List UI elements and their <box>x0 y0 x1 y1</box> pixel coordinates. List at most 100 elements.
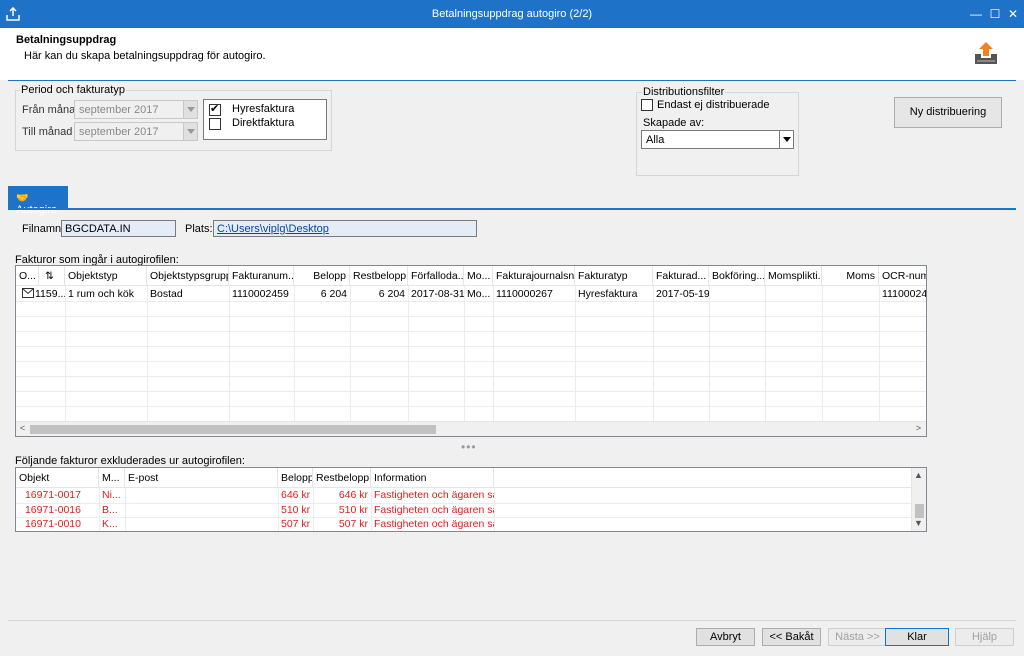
cell-object-type-group: Bostad <box>150 288 183 300</box>
window-title: Betalningsuppdrag autogiro (2/2) <box>431 8 593 20</box>
title-bar: Betalningsuppdrag autogiro (2/2) — ☐ ✕ <box>0 0 1024 28</box>
col-header[interactable]: Bokföring... <box>709 266 765 286</box>
cell-remaining: 6 204 <box>378 288 405 300</box>
cell-m: Ni... <box>102 489 121 501</box>
col-header[interactable]: Mo... <box>464 266 493 286</box>
cell-object-type: 1 rum och kök <box>68 288 134 300</box>
cell-remaining: 507 kr <box>338 518 368 530</box>
col-header[interactable]: Belopp <box>294 266 350 286</box>
filename-field[interactable]: BGCDATA.IN <box>61 220 176 237</box>
col-header[interactable]: OCR-numm <box>879 266 926 286</box>
col-header[interactable]: Fakturajournalsn... <box>493 266 575 286</box>
to-month-select[interactable]: september 2017 <box>74 122 198 141</box>
chevron-down-icon <box>183 101 197 118</box>
direktfaktura-checkbox[interactable] <box>209 118 221 130</box>
tab-divider <box>8 208 1016 210</box>
minimize-button[interactable]: — <box>966 4 986 24</box>
cell-object: 16971-0017 <box>24 489 81 501</box>
header-divider <box>8 80 1016 81</box>
excluded-caption: Följande fakturor exkluderades ur autogi… <box>15 455 245 467</box>
col-header[interactable]: M... <box>99 468 125 488</box>
help-button[interactable]: Hjälp <box>955 628 1014 646</box>
cell-information: Fastigheten och ägaren sa... <box>374 518 494 530</box>
col-header[interactable]: Moms <box>822 266 879 286</box>
cell-information: Fastigheten och ägaren sa... <box>374 489 494 501</box>
cell-object: 16971-0010 <box>24 518 81 530</box>
excluded-vscrollbar[interactable]: ▲ ▼ <box>911 468 926 531</box>
close-button[interactable]: ✕ <box>1003 4 1023 24</box>
footer-divider <box>8 620 1016 621</box>
cell-amount: 507 kr <box>281 518 311 530</box>
excluded-invoices-grid[interactable]: Objekt M... E-post Belopp Restbelopp Inf… <box>15 467 927 532</box>
col-header[interactable]: Fakturatyp <box>575 266 653 286</box>
cell-due-date: 2017-08-31 <box>411 288 464 300</box>
back-button[interactable]: << Bakåt <box>762 628 821 646</box>
hyresfaktura-checkbox[interactable] <box>209 102 221 116</box>
col-header[interactable]: Fakturad... <box>653 266 709 286</box>
cell-remaining: 510 kr <box>338 504 368 516</box>
vscroll-thumb[interactable] <box>915 504 924 518</box>
upload-tray-icon <box>975 42 997 64</box>
cell-journal: 1110000267 <box>496 288 553 300</box>
to-month-value: september 2017 <box>79 126 159 138</box>
created-by-select[interactable]: Alla <box>641 130 794 149</box>
col-header[interactable]: Information <box>371 468 494 488</box>
sort-ascending-icon[interactable]: ⇅ <box>39 266 65 286</box>
next-button[interactable]: Nästa >> <box>828 628 887 646</box>
place-link[interactable]: C:\Users\viplg\Desktop <box>213 220 477 237</box>
maximize-button[interactable]: ☐ <box>985 4 1005 24</box>
col-header[interactable]: Förfalloda... <box>408 266 464 286</box>
cell-invoice-type: Hyresfaktura <box>578 288 638 300</box>
from-month-label: Från månad <box>22 104 82 116</box>
included-hscrollbar[interactable]: < > <box>16 421 926 436</box>
col-header[interactable]: Objektstyp <box>65 266 147 286</box>
cell-amount: 510 kr <box>281 504 311 516</box>
tab-autogiro[interactable]: 🤝 Autogiro <box>8 186 68 216</box>
cell-object: 16971-0016 <box>24 504 81 516</box>
col-header[interactable]: Restbelopp <box>350 266 408 286</box>
cell-amount: 646 kr <box>281 489 311 501</box>
created-by-label: Skapade av: <box>643 117 705 129</box>
done-button[interactable]: Klar <box>885 628 949 646</box>
col-header[interactable]: O... <box>16 266 39 286</box>
col-header[interactable]: E-post <box>125 468 278 488</box>
from-month-value: september 2017 <box>79 104 159 116</box>
filename-label: Filnamn: <box>22 223 65 235</box>
col-header[interactable]: Fakturanum... <box>229 266 294 286</box>
excluded-grid-header: Objekt M... E-post Belopp Restbelopp Inf… <box>16 468 912 488</box>
page-subtitle: Här kan du skapa betalningsuppdrag för a… <box>24 50 266 62</box>
cell-m: K... <box>102 518 118 530</box>
included-grid-header: O... ⇅ Objektstyp Objektstypsgrupp Faktu… <box>16 266 926 286</box>
page-title: Betalningsuppdrag <box>16 34 117 46</box>
hscroll-thumb[interactable] <box>30 425 436 434</box>
scroll-down-icon[interactable]: ▼ <box>912 518 925 528</box>
cancel-button[interactable]: Avbryt <box>696 628 755 646</box>
tab-autogiro-label: Autogiro <box>16 204 57 216</box>
cell-invoice-number: 1110002459 <box>232 288 289 300</box>
cell-ocr: 11100024 <box>882 288 927 300</box>
only-undistributed-checkbox[interactable] <box>641 99 653 111</box>
only-undistributed-label: Endast ej distribuerade <box>657 99 770 111</box>
scroll-up-icon[interactable]: ▲ <box>912 470 925 480</box>
col-header[interactable]: Belopp <box>278 468 313 488</box>
scroll-left-icon[interactable]: < <box>16 423 29 433</box>
cell-m: B... <box>102 504 118 516</box>
cell-invoice-date: 2017-05-19 <box>656 288 709 300</box>
cell-amount: 6 204 <box>320 288 347 300</box>
new-distribution-button[interactable]: Ny distribuering <box>894 97 1002 128</box>
from-month-select[interactable]: september 2017 <box>74 100 198 119</box>
col-header[interactable]: Objekt <box>16 468 99 488</box>
cell-remaining: 646 kr <box>338 489 368 501</box>
cell-information: Fastigheten och ägaren sa... <box>374 504 494 516</box>
direktfaktura-label: Direktfaktura <box>232 117 295 129</box>
cell-mo: Mo... <box>467 288 491 300</box>
created-by-value: Alla <box>646 134 665 146</box>
handshake-icon: 🤝 <box>16 193 29 204</box>
col-header[interactable]: Objektstypsgrupp <box>147 266 229 286</box>
col-header[interactable]: Restbelopp <box>313 468 371 488</box>
splitter-handle[interactable]: ••• <box>461 440 477 454</box>
included-invoices-grid[interactable]: O... ⇅ Objektstyp Objektstypsgrupp Faktu… <box>15 265 927 437</box>
chevron-down-icon <box>779 131 793 148</box>
col-header[interactable]: Momsplikti... <box>765 266 822 286</box>
scroll-right-icon[interactable]: > <box>912 423 925 433</box>
